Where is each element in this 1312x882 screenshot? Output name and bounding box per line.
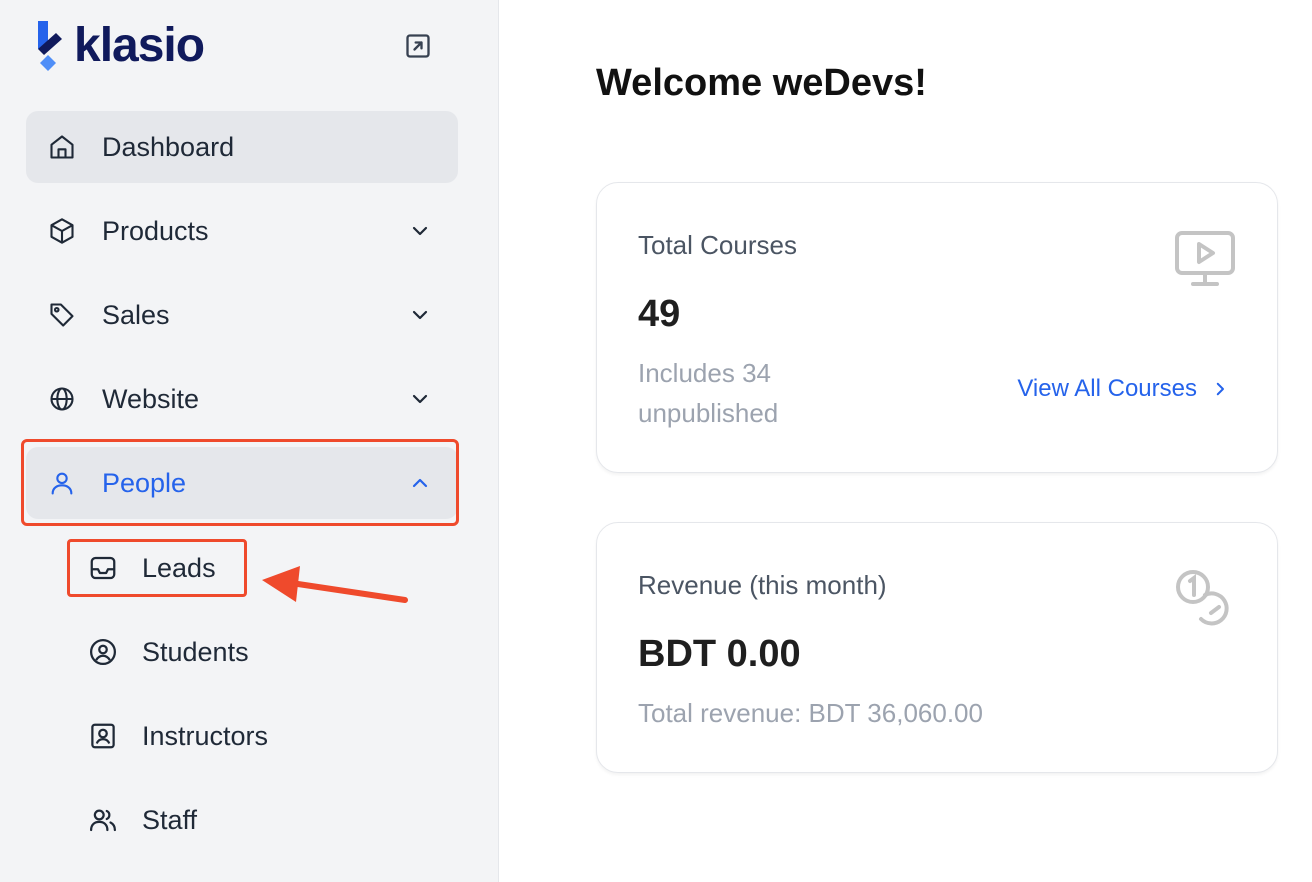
card-title: Total Courses: [638, 230, 797, 260]
card-note: Total revenue: BDT 36,060.00: [638, 698, 983, 728]
sidebar-subitem-label: Instructors: [142, 720, 269, 751]
revenue-card: Revenue (this month) BDT 0.00 Total reve…: [596, 522, 1278, 773]
welcome-heading: Welcome weDevs!: [596, 62, 927, 104]
sidebar-subitem-instructors[interactable]: Instructors: [72, 706, 268, 766]
chevron-down-icon[interactable]: [406, 385, 434, 413]
card-note-line: unpublished: [638, 398, 779, 428]
card-value: 49: [638, 293, 681, 335]
sidebar-item-label: Sales: [102, 299, 170, 330]
card-note: Includes 34 unpublished: [638, 353, 778, 433]
user-icon: [48, 469, 76, 497]
card-note-line: Includes 34: [638, 358, 771, 388]
main-content: Welcome weDevs! Total Courses 49 Include…: [500, 0, 1312, 882]
chevron-right-icon: [1211, 380, 1229, 398]
inbox-icon: [88, 553, 118, 583]
sidebar-item-sales[interactable]: Sales: [26, 279, 458, 351]
video-monitor-icon: [1175, 231, 1235, 286]
brand-name: klasio: [74, 19, 205, 72]
sidebar-item-label: Website: [102, 383, 200, 414]
sidebar-subitem-label: Staff: [142, 804, 198, 835]
view-all-courses-link[interactable]: View All Courses: [1017, 375, 1229, 403]
link-label: View All Courses: [1017, 375, 1197, 402]
sidebar-subitem-students[interactable]: Students: [72, 622, 249, 682]
sidebar-item-label: Dashboard: [102, 131, 235, 162]
brand-logo[interactable]: klasio: [34, 18, 205, 74]
chevron-down-icon[interactable]: [406, 301, 434, 329]
sidebar-item-label: People: [102, 467, 187, 498]
sidebar-item-website[interactable]: Website: [26, 363, 458, 435]
sidebar-item-dashboard[interactable]: Dashboard: [26, 111, 458, 183]
sidebar-subitem-label: Students: [142, 636, 249, 667]
sidebar-item-people[interactable]: People: [26, 447, 458, 519]
expand-sidebar-button[interactable]: [402, 30, 434, 62]
card-title: Revenue (this month): [638, 570, 887, 600]
chevron-down-icon[interactable]: [406, 217, 434, 245]
coins-icon: [1176, 570, 1229, 626]
sidebar-item-label: Products: [102, 215, 209, 246]
sidebar-subitem-staff[interactable]: Staff: [72, 790, 197, 850]
box-icon: [48, 217, 76, 245]
home-icon: [48, 133, 76, 161]
user-circle-icon: [88, 637, 118, 667]
sidebar: klasio Dashboard Products Sales Website …: [0, 0, 499, 882]
globe-icon: [48, 385, 76, 413]
id-badge-icon: [88, 721, 118, 751]
external-arrow-icon: [406, 34, 430, 58]
sidebar-subitem-leads[interactable]: Leads: [72, 538, 216, 598]
chevron-up-icon[interactable]: [406, 469, 434, 497]
sidebar-subitem-label: Leads: [142, 552, 216, 583]
klasio-logo-icon: [38, 21, 62, 71]
tag-icon: [48, 301, 76, 329]
users-icon: [88, 805, 118, 835]
sidebar-item-products[interactable]: Products: [26, 195, 458, 267]
card-value: BDT 0.00: [638, 633, 801, 675]
pointer-arrow-icon: [262, 566, 408, 603]
total-courses-card: Total Courses 49 Includes 34 unpublished…: [596, 182, 1278, 473]
